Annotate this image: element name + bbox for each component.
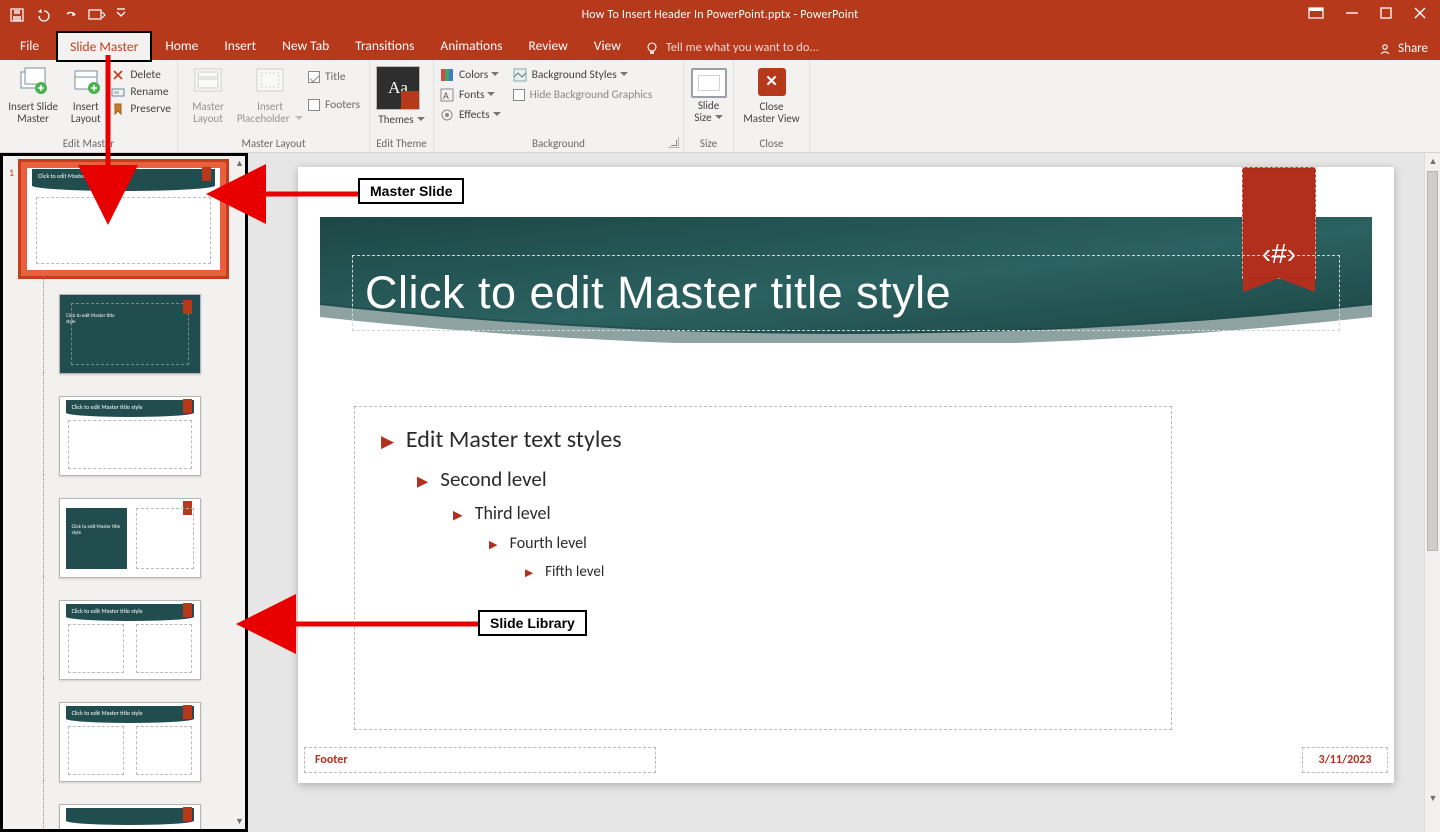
layout-thumbnail[interactable]: Click to edit Master title style [3,496,245,580]
thumbnail-scrollbar[interactable]: ▲ ▼ [232,156,247,829]
group-background: Background [440,136,677,150]
preserve-icon [111,102,125,116]
effects-icon [440,108,454,122]
tab-insert[interactable]: Insert [212,32,268,60]
background-dialog-launcher[interactable] [668,137,679,148]
slide-thumbnail-panel: 1 Click to edit Master title style Click… [0,153,248,832]
close-icon[interactable] [1414,7,1426,23]
start-from-beginning-icon[interactable] [88,8,106,22]
fonts-button[interactable]: AFonts [440,88,501,102]
maximize-icon[interactable] [1380,7,1392,23]
scroll-down-icon[interactable]: ▼ [1425,790,1440,806]
layout-thumbnail[interactable]: Click to edit Master title style [3,700,245,784]
themes-icon: Aa [376,66,420,110]
layout-thumbnail[interactable]: Click to edit Master title style [3,394,245,478]
tab-slide-master[interactable]: Slide Master [57,32,151,61]
svg-text:A: A [443,89,449,102]
colors-icon [440,68,454,82]
insert-layout-button[interactable]: Insert Layout [64,64,107,127]
ribbon-display-options-icon[interactable] [1308,7,1324,23]
qat-customize-icon[interactable] [116,8,126,22]
master-slide-thumbnail[interactable]: 1 Click to edit Master title style [3,160,245,278]
hide-bg-checkbox[interactable]: Hide Background Graphics [513,88,653,102]
tab-file[interactable]: File [12,32,55,60]
group-size: Size [690,136,727,150]
undo-icon[interactable] [34,8,54,22]
master-slide[interactable]: ‹#› Click to edit Master title style ▶Ed… [298,167,1394,783]
tab-animations[interactable]: Animations [428,32,514,60]
tab-home[interactable]: Home [153,32,210,60]
rename-icon [111,85,125,99]
group-edit-theme: Edit Theme [376,136,427,150]
share-icon [1378,42,1392,56]
layout-thumbnail[interactable] [3,802,245,832]
close-master-view-button[interactable]: ✕ Close Master View [740,64,803,127]
fonts-icon: A [440,88,454,102]
ribbon: Insert Slide Master Insert Layout Delete… [0,60,1440,153]
footer-placeholder[interactable]: Footer [304,747,656,773]
checkbox-icon [308,99,320,111]
checkbox-icon [513,89,525,101]
editor-vertical-scrollbar[interactable]: ▲ ▼ [1424,153,1440,832]
titlebar: How To Insert Header In PowerPoint.pptx … [0,0,1440,29]
background-styles-button[interactable]: Background Styles [513,68,653,82]
share-button[interactable]: Share [1378,41,1428,56]
scrollbar-thumb[interactable] [1427,171,1438,551]
tab-view[interactable]: View [582,32,633,60]
title-placeholder[interactable]: Click to edit Master title style [352,255,1340,331]
minimize-icon[interactable] [1346,7,1358,23]
master-layout-button: Master Layout [184,64,232,127]
tab-new-tab[interactable]: New Tab [270,32,341,60]
rename-button[interactable]: Rename [111,85,171,99]
date-placeholder[interactable]: 3/11/2023 [1302,747,1388,773]
tab-transitions[interactable]: Transitions [343,32,426,60]
checkbox-icon [308,71,320,83]
slide-editor[interactable]: ‹#› Click to edit Master title style ▶Ed… [248,153,1440,832]
themes-button[interactable]: Aa Themes [376,64,427,128]
title-checkbox[interactable]: Title [308,70,360,84]
scroll-down-icon[interactable]: ▼ [232,814,247,829]
delete-button[interactable]: Delete [111,68,171,82]
redo-icon[interactable] [64,8,78,22]
insert-placeholder-button: Insert Placeholder [236,64,304,127]
effects-button[interactable]: Effects [440,108,501,122]
group-edit-master: Edit Master [6,136,171,150]
tab-review[interactable]: Review [517,32,580,60]
preserve-button[interactable]: Preserve [111,102,171,116]
background-styles-icon [513,68,527,82]
content-placeholder[interactable]: ▶Edit Master text styles ▶Second level ▶… [354,406,1172,730]
slide-size-button[interactable]: Slide Size [690,64,727,126]
lightbulb-icon [645,41,659,55]
footers-checkbox[interactable]: Footers [308,98,360,112]
layout-thumbnail[interactable]: Click to edit Master title style [3,292,245,376]
group-master-layout: Master Layout [184,136,363,150]
close-master-icon: ✕ [758,68,786,96]
colors-button[interactable]: Colors [440,68,501,82]
delete-icon [111,68,125,82]
insert-slide-master-button[interactable]: Insert Slide Master [6,64,60,127]
window-title: How To Insert Header In PowerPoint.pptx … [582,8,859,22]
ribbon-tabs: File Slide Master Home Insert New Tab Tr… [0,29,1440,60]
tell-me-search[interactable]: Tell me what you want to do... [635,35,829,60]
scroll-up-icon[interactable]: ▲ [1425,153,1440,169]
slide-size-icon [691,68,727,98]
layout-thumbnail[interactable]: Click to edit Master title style [3,598,245,682]
group-close: Close [740,136,803,150]
scroll-up-icon[interactable]: ▲ [232,156,247,171]
save-icon[interactable] [10,8,24,22]
